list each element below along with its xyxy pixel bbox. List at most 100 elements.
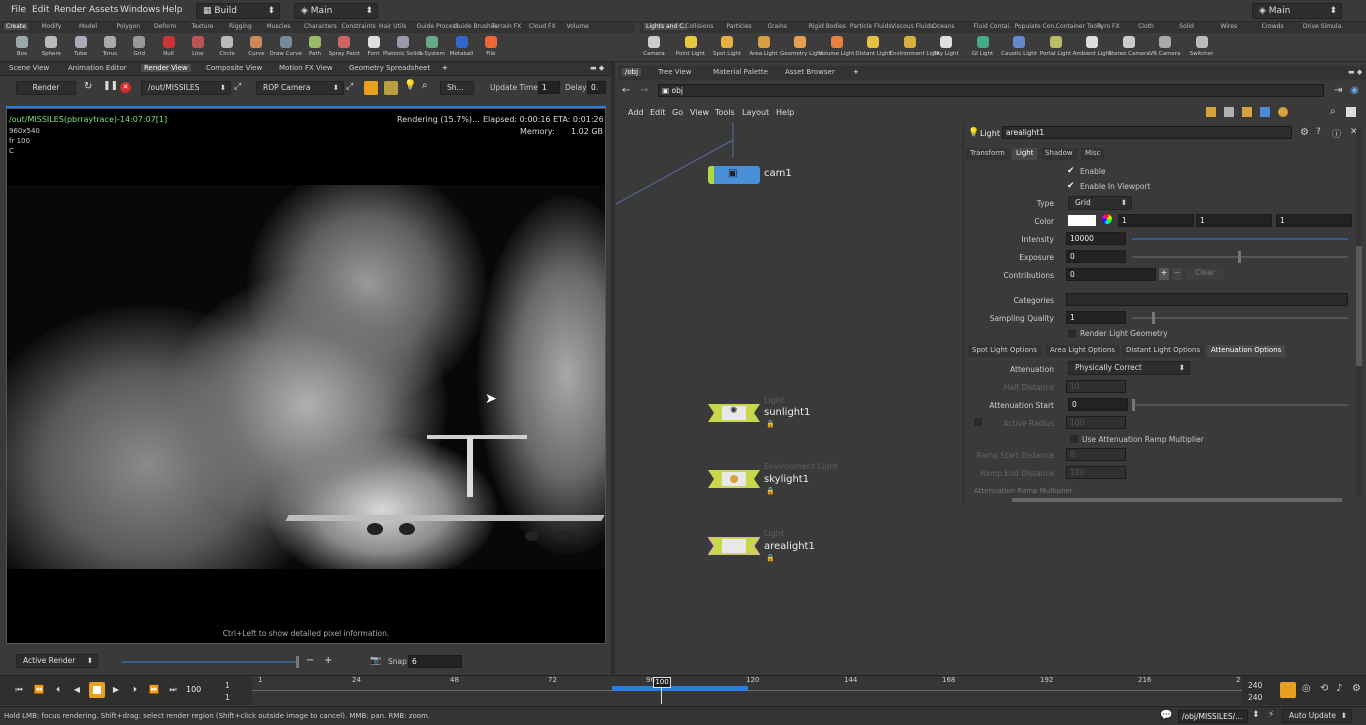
sampling-slider[interactable]: [1132, 312, 1348, 324]
color-g-field[interactable]: 1: [1196, 214, 1272, 227]
slider-knob[interactable]: [1132, 399, 1135, 411]
tab-area-light-options[interactable]: Area Light Options: [1046, 345, 1120, 357]
gear-icon[interactable]: ⚙: [1300, 127, 1309, 138]
shelf-tool[interactable]: Switcher: [1188, 35, 1216, 61]
ramp-start-field[interactable]: 0: [1066, 448, 1126, 461]
chevron-down-icon[interactable]: ⬍: [1252, 710, 1260, 720]
delay-field[interactable]: 0.: [587, 81, 606, 94]
node-flag[interactable]: [708, 166, 714, 184]
stop-icon[interactable]: [89, 682, 105, 698]
net-menu-layout[interactable]: Layout: [742, 108, 769, 117]
exposure-field[interactable]: 0: [1066, 250, 1126, 263]
list-icon[interactable]: [1224, 107, 1234, 117]
lock-icon[interactable]: 🔒: [766, 420, 775, 428]
help-icon[interactable]: ?: [1316, 127, 1321, 137]
sampling-quality-field[interactable]: 1: [1066, 311, 1126, 324]
context-select[interactable]: ◈ Main ⬍: [294, 3, 378, 19]
node-sunlight1[interactable]: ✺: [708, 404, 760, 422]
tab-spot-light-options[interactable]: Spot Light Options: [968, 345, 1041, 357]
play-reverse-icon[interactable]: ◀: [70, 685, 84, 697]
range-start-field[interactable]: 1: [225, 693, 230, 702]
tab-motion-fx-view[interactable]: Motion FX View: [279, 64, 333, 72]
tab-scene-view[interactable]: Scene View: [9, 64, 49, 72]
shelf-tool[interactable]: Ambient Light: [1073, 35, 1111, 61]
shelf-tool[interactable]: Line: [184, 35, 212, 61]
pane-menu-icon[interactable]: ▬ ◆: [1348, 68, 1362, 76]
key-icon[interactable]: [1280, 682, 1296, 698]
net-menu-add[interactable]: Add: [628, 108, 644, 117]
net-menu-go[interactable]: Go: [672, 108, 683, 117]
network-editor[interactable]: ▣ cam1 ✺ Light sunlight1 🔒 Environment L…: [616, 122, 962, 674]
pin-icon[interactable]: ⇥: [1334, 85, 1342, 96]
shelf-tool[interactable]: Camera: [640, 35, 668, 61]
slider-knob[interactable]: [1238, 251, 1241, 263]
pane-divider[interactable]: [611, 62, 615, 674]
shelf-tool[interactable]: Font: [360, 35, 388, 61]
node-skylight1[interactable]: [708, 470, 760, 488]
shelf-tool[interactable]: Environment Light: [890, 35, 940, 61]
refresh-icon[interactable]: ↻: [84, 81, 92, 92]
settings-icon[interactable]: ⚙: [1352, 683, 1361, 694]
tab-geometry-spreadsheet[interactable]: Geometry Spreadsheet: [349, 64, 430, 72]
shelf-tool[interactable]: Null: [155, 35, 183, 61]
right-context-select[interactable]: ◈ Main ⬍: [1252, 3, 1342, 19]
net-menu-edit[interactable]: Edit: [650, 108, 666, 117]
intensity-slider[interactable]: [1132, 238, 1348, 240]
cook-icon[interactable]: ⚡: [1268, 710, 1274, 720]
enable-checkbox[interactable]: ✔: [1067, 166, 1075, 176]
tab-material-palette[interactable]: Material Palette: [713, 68, 768, 76]
net-menu-view[interactable]: View: [690, 108, 709, 117]
render-geo-checkbox[interactable]: [1068, 329, 1076, 337]
clear-button[interactable]: Clear: [1186, 268, 1224, 280]
render-button[interactable]: Render: [16, 81, 76, 95]
param-scrollbar[interactable]: [1356, 128, 1362, 496]
chat-icon[interactable]: 💬: [1160, 710, 1172, 721]
tab-light[interactable]: Light: [1012, 148, 1038, 160]
network-path-field[interactable]: ▣ obj: [658, 84, 1324, 97]
render-viewport[interactable]: /out/MISSILES(pbrraytrace)-14:07:07[1] 9…: [6, 108, 606, 644]
update-time-field[interactable]: 1: [538, 81, 560, 94]
shading-select[interactable]: Sh...: [440, 81, 474, 95]
back-icon[interactable]: ←: [622, 85, 630, 96]
camera-icon[interactable]: 📷: [370, 656, 381, 666]
ramp-widget[interactable]: [1012, 498, 1342, 502]
menu-render[interactable]: Render: [54, 5, 86, 15]
menu-file[interactable]: File: [11, 5, 26, 15]
exposure-slider[interactable]: [1132, 251, 1348, 263]
range-end-field[interactable]: 240: [1248, 693, 1262, 702]
shelf-tool[interactable]: Stereo Camera: [1109, 35, 1150, 61]
shelf-tool[interactable]: File: [477, 35, 505, 61]
loop-icon[interactable]: ⟲: [1320, 683, 1328, 694]
go-start-icon[interactable]: ⏮: [12, 685, 26, 697]
enable-viewport-checkbox[interactable]: ✔: [1067, 181, 1075, 191]
tab-shadow[interactable]: Shadow: [1041, 148, 1077, 160]
color-wheel-icon[interactable]: [1102, 214, 1112, 224]
search-icon[interactable]: ⌕: [1330, 106, 1336, 117]
pane-menu-icon[interactable]: ▬ ◆: [590, 64, 604, 72]
shelf-tool[interactable]: Volume Light: [819, 35, 854, 61]
desktop-select[interactable]: ▦ Build ⬍: [196, 3, 280, 19]
shelf-tool[interactable]: L-System: [418, 35, 446, 61]
status-path-field[interactable]: /obj/MISSILES/...: [1178, 710, 1248, 723]
snapshot-icon[interactable]: [364, 81, 378, 95]
tab-asset-browser[interactable]: Asset Browser: [785, 68, 835, 76]
node-arealight1[interactable]: [707, 536, 761, 556]
menu-windows[interactable]: Windows: [120, 5, 160, 15]
intensity-field[interactable]: 10000: [1066, 232, 1126, 245]
zoom-icon[interactable]: ⌕: [422, 80, 428, 91]
info-icon[interactable]: ⓘ: [1332, 127, 1341, 140]
active-radius-field[interactable]: 100: [1066, 416, 1126, 429]
render-slider[interactable]: [122, 656, 299, 668]
auto-update-select[interactable]: Auto Update ⬍: [1282, 709, 1352, 723]
maximize-icon[interactable]: [1346, 107, 1356, 117]
next-key-icon[interactable]: ⏩: [147, 685, 161, 697]
image-icon[interactable]: [1260, 107, 1270, 117]
type-select[interactable]: Grid ⬍: [1068, 196, 1132, 210]
shelf-tool[interactable]: Sky Light: [932, 35, 960, 61]
shelf-tool[interactable]: Metaball: [448, 35, 476, 61]
menu-assets[interactable]: Assets: [89, 5, 118, 15]
shelf-tool[interactable]: Sphere: [37, 35, 65, 61]
attenuation-start-slider[interactable]: [1132, 399, 1348, 411]
lock-icon[interactable]: 🔒: [766, 554, 775, 562]
node-name-field[interactable]: arealight1: [1002, 126, 1292, 139]
